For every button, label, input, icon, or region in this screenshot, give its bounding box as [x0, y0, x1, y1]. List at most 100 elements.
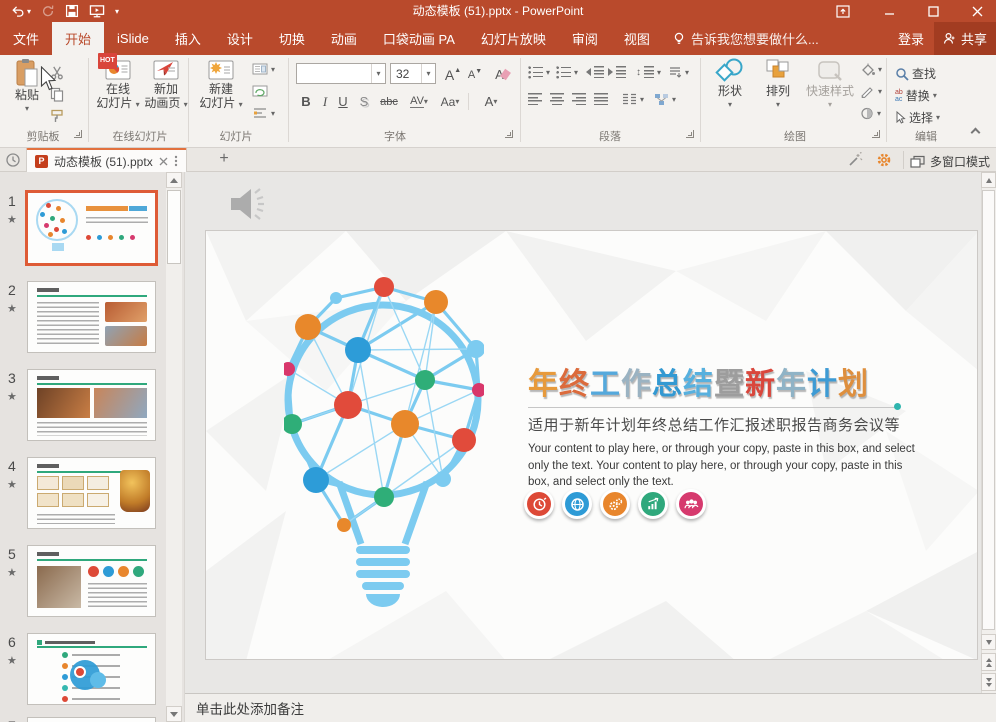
font-size-dropdown-icon[interactable]: ▾ [421, 64, 435, 83]
slide-thumbnail-6[interactable] [27, 633, 156, 705]
previous-slide-button[interactable] [981, 653, 996, 671]
justify-button[interactable] [594, 93, 608, 105]
reset-slide-button[interactable] [252, 85, 268, 97]
session-history-button[interactable] [5, 152, 21, 168]
tab-design[interactable]: 设计 [214, 22, 266, 55]
font-dialog-launcher[interactable] [505, 130, 513, 138]
tab-insert[interactable]: 插入 [162, 22, 214, 55]
slide-thumbnail-3[interactable] [27, 369, 156, 441]
clipboard-dialog-launcher[interactable] [74, 130, 82, 138]
sign-in-button[interactable]: 登录 [888, 22, 934, 55]
slide-thumbnail-1[interactable] [25, 190, 158, 266]
tab-pocket-animation[interactable]: 口袋动画 PA [370, 22, 468, 55]
slide-thumbnail-7[interactable] [27, 717, 156, 722]
people-icon[interactable] [676, 489, 706, 519]
tab-review[interactable]: 审阅 [559, 22, 611, 55]
speaker-icon[interactable] [225, 182, 269, 226]
shape-fill-button[interactable]: ▾ [860, 63, 882, 76]
slide-title[interactable]: 年终工作总结暨新年计划 [528, 359, 869, 403]
align-center-button[interactable] [550, 93, 564, 105]
undo-button[interactable]: ▾ [10, 0, 31, 22]
collapse-ribbon-button[interactable] [972, 125, 979, 139]
close-button[interactable] [960, 0, 994, 22]
increase-indent-button[interactable] [608, 66, 626, 78]
new-slide-button[interactable]: 新建 幻灯片 ▾ [196, 58, 246, 112]
settings-button[interactable] [876, 152, 892, 168]
ribbon-display-options-button[interactable] [826, 0, 860, 22]
thumbnail-scroll-up-button[interactable] [166, 172, 182, 188]
underline-button[interactable]: U [335, 91, 351, 112]
text-shadow-button[interactable]: S [355, 91, 373, 112]
shape-effects-button[interactable]: ▾ [860, 107, 881, 120]
new-animation-page-button[interactable]: 新加 动画页 ▾ [144, 58, 188, 112]
shape-outline-button[interactable]: ▾ [860, 85, 882, 98]
share-button[interactable]: 共享 [934, 22, 996, 55]
tell-me-box[interactable]: 告诉我您想要做什么... [663, 22, 829, 55]
slide-scrollbar-thumb[interactable] [982, 190, 995, 630]
arrange-button[interactable]: 排列▾ [756, 58, 800, 112]
bullets-button[interactable]: ▾ [528, 66, 550, 79]
slide-scroll-down-button[interactable] [981, 634, 996, 650]
tab-home[interactable]: 开始 [52, 22, 104, 55]
gears-icon[interactable] [600, 489, 630, 519]
convert-smartart-button[interactable]: ▾ [654, 93, 676, 106]
online-slides-button[interactable]: HOT 在线 幻灯片 ▾ [94, 58, 142, 112]
document-tab-active[interactable]: P 动态模板 (51).pptx [26, 148, 187, 172]
tab-transitions[interactable]: 切换 [266, 22, 318, 55]
tab-view[interactable]: 视图 [611, 22, 663, 55]
slide-subtitle[interactable]: 适用于新年计划年终总结工作汇报述职报告商务会议等 [528, 414, 900, 435]
select-button[interactable]: 选择▾ [895, 109, 940, 126]
shapes-button[interactable]: 形状▾ [708, 58, 752, 112]
clear-formatting-button[interactable]: A [492, 64, 512, 85]
replace-button[interactable]: ab ac 替换▾ [895, 87, 937, 104]
magic-tools-button[interactable] [847, 152, 863, 168]
numbering-button[interactable]: ▾ [556, 66, 578, 79]
shrink-font-button[interactable]: A▼ [465, 64, 485, 85]
section-button[interactable]: ▾ [252, 107, 275, 119]
bold-button[interactable]: B [297, 91, 315, 112]
text-direction-button[interactable]: ▾ [668, 66, 689, 79]
maximize-button[interactable] [916, 0, 950, 22]
slide-scroll-up-button[interactable] [981, 172, 996, 188]
thumbnail-scrollbar-thumb[interactable] [167, 190, 181, 264]
slide-body-text[interactable]: Your content to play here, or through yo… [528, 441, 918, 491]
thumbnail-scroll-down-button[interactable] [166, 706, 182, 722]
multi-window-mode-button[interactable]: 多窗口模式 [910, 153, 990, 170]
redo-button[interactable] [41, 0, 55, 22]
next-slide-button[interactable] [981, 673, 996, 691]
tab-file[interactable]: 文件 [0, 22, 52, 55]
slide-thumbnail-4[interactable] [27, 457, 156, 529]
align-right-button[interactable] [572, 93, 586, 105]
slide-thumbnail-2[interactable] [27, 281, 156, 353]
strikethrough-button[interactable]: abc [377, 91, 401, 112]
tab-slideshow[interactable]: 幻灯片放映 [468, 22, 559, 55]
font-name-combobox[interactable]: ▾ [296, 63, 386, 84]
lightbulb-network-graphic[interactable] [284, 254, 484, 616]
find-button[interactable]: 查找 [895, 65, 936, 82]
quick-styles-button[interactable]: 快速样式▾ [804, 58, 856, 112]
font-name-dropdown-icon[interactable]: ▾ [371, 64, 385, 83]
font-size-combobox[interactable]: 32 ▾ [390, 63, 436, 84]
drawing-dialog-launcher[interactable] [872, 130, 880, 138]
save-button[interactable] [65, 0, 79, 22]
start-slideshow-button[interactable] [89, 0, 105, 22]
character-spacing-button[interactable]: AV▾ [405, 91, 433, 112]
globe-icon[interactable] [562, 489, 592, 519]
line-spacing-button[interactable]: ↕▾ [636, 66, 661, 78]
tab-islide[interactable]: iSlide [104, 22, 162, 55]
slide-canvas[interactable]: 年终工作总结暨新年计划 适用于新年计划年终总结工作汇报述职报告商务会议等 You… [205, 230, 978, 660]
grow-font-button[interactable]: A▲ [443, 64, 463, 85]
new-tab-button[interactable]: + [214, 150, 234, 168]
close-tab-icon[interactable] [159, 157, 168, 166]
chart-icon[interactable] [638, 489, 668, 519]
tab-menu-icon[interactable] [174, 155, 178, 167]
font-color-button[interactable]: A▾ [478, 91, 504, 112]
italic-button[interactable]: I [317, 91, 333, 112]
format-painter-button[interactable] [50, 109, 64, 124]
slide-thumbnail-5[interactable] [27, 545, 156, 617]
paragraph-dialog-launcher[interactable] [686, 130, 694, 138]
change-case-button[interactable]: Aa▾ [437, 91, 463, 112]
align-left-button[interactable] [528, 93, 542, 105]
notes-pane[interactable]: 单击此处添加备注 [185, 693, 996, 722]
tab-animations[interactable]: 动画 [318, 22, 370, 55]
